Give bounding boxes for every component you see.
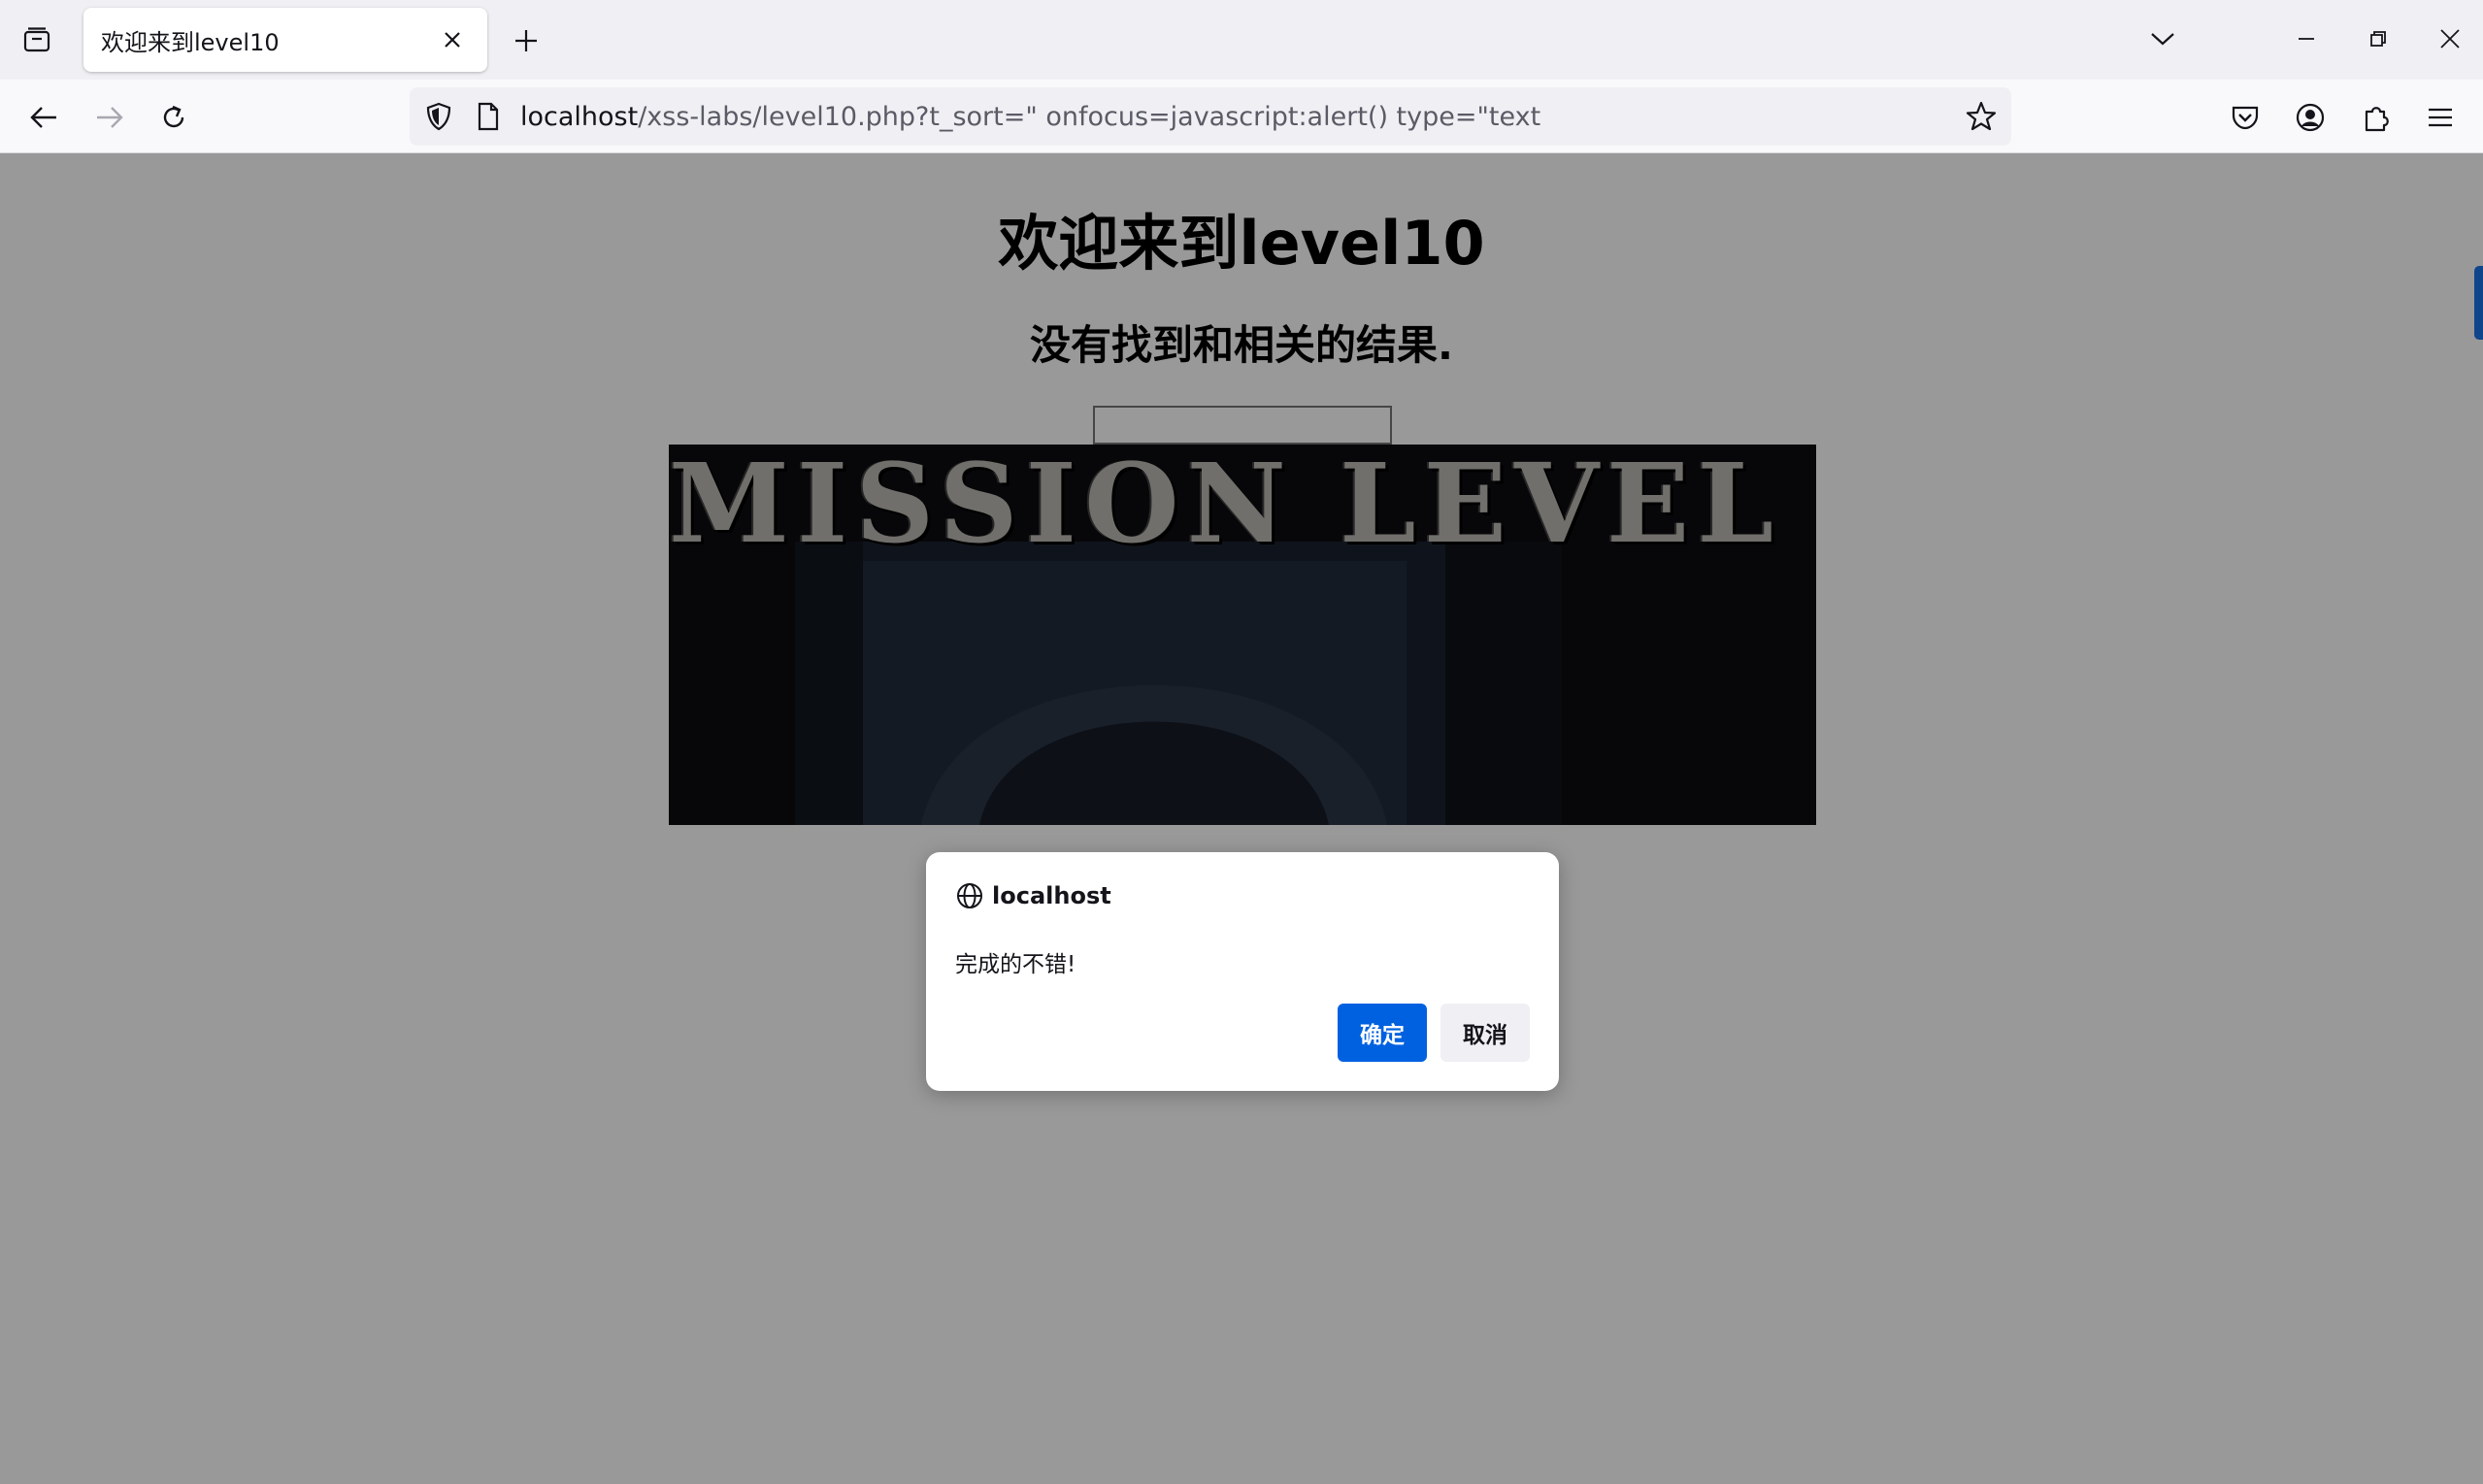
minimize-icon [2299, 38, 2314, 40]
tab-title: 欢迎来到level10 [101, 28, 280, 56]
arrow-left-icon [30, 107, 56, 128]
modal-overlay [0, 153, 2483, 1484]
page-icon [478, 102, 499, 131]
close-icon [2440, 29, 2460, 49]
url-bar[interactable]: localhost/xss-labs/level10.php?t_sort=" … [410, 87, 2011, 146]
dialog-header: localhost [955, 881, 1111, 910]
reload-button[interactable] [151, 95, 196, 140]
minimize-button[interactable] [2285, 19, 2328, 58]
tab-list-button[interactable] [14, 21, 60, 58]
tab-close-button[interactable] [435, 22, 470, 57]
shield-icon [426, 102, 451, 131]
tab-strip: 欢迎来到level10 [0, 0, 2483, 80]
account-icon [2296, 103, 2325, 132]
menu-button[interactable] [2418, 95, 2463, 140]
close-icon [445, 32, 460, 48]
url-host: localhost [520, 101, 639, 132]
bookmark-button[interactable] [1965, 100, 1998, 133]
plus-icon [515, 30, 537, 51]
url-text[interactable]: localhost/xss-labs/level10.php?t_sort=" … [520, 87, 1540, 146]
arrow-right-icon [97, 107, 123, 128]
restore-icon [2370, 31, 2386, 47]
restore-button[interactable] [2357, 19, 2400, 58]
globe-icon [957, 883, 982, 908]
chevron-down-icon [2151, 33, 2174, 46]
close-window-button[interactable] [2429, 19, 2471, 58]
forward-button[interactable] [87, 95, 132, 140]
navigation-toolbar: localhost/xss-labs/level10.php?t_sort=" … [0, 80, 2483, 153]
shield-button[interactable] [423, 101, 454, 132]
reload-icon [163, 105, 184, 128]
list-all-tabs-button[interactable] [2141, 19, 2184, 58]
tab-active[interactable]: 欢迎来到level10 [83, 8, 487, 72]
page-info-button[interactable] [476, 101, 501, 132]
extensions-button[interactable] [2354, 95, 2399, 140]
new-tab-button[interactable] [507, 21, 546, 60]
alert-dialog: localhost 完成的不错! 确定 取消 [926, 852, 1559, 1091]
dialog-message: 完成的不错! [955, 952, 1076, 977]
pocket-button[interactable] [2223, 95, 2268, 140]
pocket-icon [2232, 106, 2259, 130]
dialog-origin: localhost [992, 882, 1111, 909]
account-button[interactable] [2288, 95, 2333, 140]
hamburger-icon [2429, 108, 2452, 127]
page-content: 欢迎来到level10 没有找到和相关的结果. MISSION LEVEL 10… [0, 153, 2483, 1484]
puzzle-icon [2365, 107, 2389, 132]
tab-list-icon [23, 27, 50, 52]
cancel-button[interactable]: 取消 [1440, 1004, 1530, 1062]
star-icon [1966, 101, 1997, 131]
back-button[interactable] [21, 95, 66, 140]
url-path: /xss-labs/level10.php?t_sort=" onfocus=j… [638, 101, 1541, 132]
ok-button[interactable]: 确定 [1338, 1004, 1427, 1062]
